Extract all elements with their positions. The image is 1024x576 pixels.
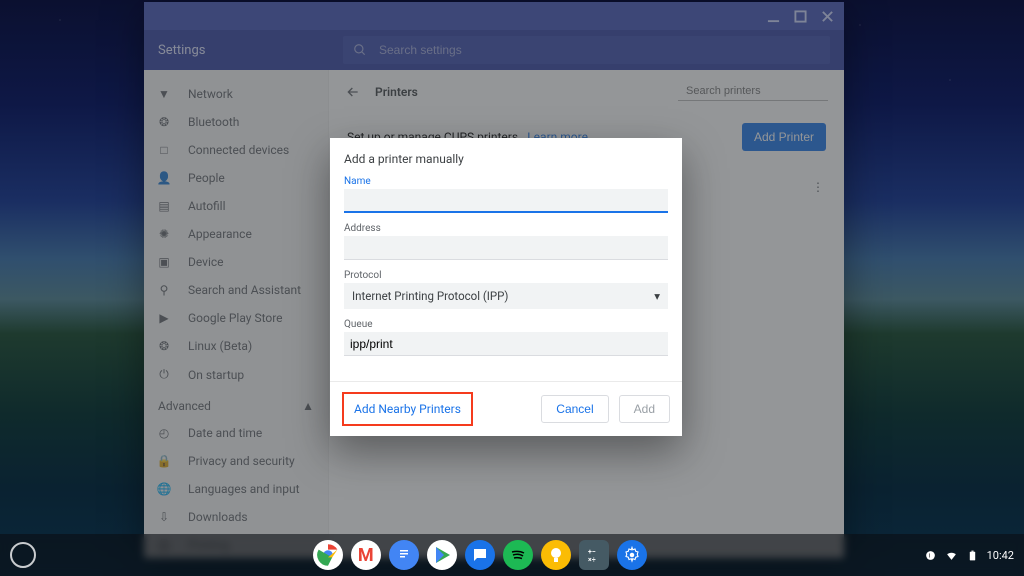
sidebar-item-privacy[interactable]: 🔒Privacy and security bbox=[144, 447, 328, 475]
sidebar-item-people[interactable]: 👤People bbox=[144, 164, 328, 192]
name-label: Name bbox=[344, 176, 668, 187]
sidebar-item-appearance[interactable]: ✺Appearance bbox=[144, 220, 328, 248]
wifi-tray-icon bbox=[945, 549, 958, 562]
queue-label: Queue bbox=[344, 319, 668, 330]
sidebar-item-device[interactable]: ▣Device bbox=[144, 248, 328, 276]
shelf-apps: M +−×÷ bbox=[36, 540, 924, 570]
svg-text:×÷: ×÷ bbox=[588, 556, 596, 564]
chevron-up-icon: ▲ bbox=[302, 399, 314, 413]
keep-icon[interactable] bbox=[541, 540, 571, 570]
linux-icon: ❂ bbox=[156, 339, 172, 353]
settings-sidebar: ▼Network ❂Bluetooth □Connected devices 👤… bbox=[144, 70, 328, 558]
clock: 10:42 bbox=[987, 549, 1014, 562]
sidebar-item-network[interactable]: ▼Network bbox=[144, 80, 328, 108]
maximize-icon[interactable] bbox=[794, 10, 807, 23]
download-icon: ⇩ bbox=[156, 510, 172, 524]
sidebar-item-bluetooth[interactable]: ❂Bluetooth bbox=[144, 108, 328, 136]
play-icon: ▶ bbox=[156, 311, 172, 325]
play-store-icon[interactable] bbox=[427, 540, 457, 570]
dialog-title: Add a printer manually bbox=[344, 152, 668, 166]
settings-search[interactable] bbox=[343, 36, 830, 64]
svg-text:+−: +− bbox=[588, 548, 596, 556]
sidebar-item-connected-devices[interactable]: □Connected devices bbox=[144, 136, 328, 164]
minimize-icon[interactable] bbox=[767, 10, 780, 23]
search-icon: ⚲ bbox=[156, 283, 172, 297]
app-title: Settings bbox=[158, 43, 313, 58]
name-input[interactable] bbox=[344, 189, 668, 213]
sidebar-item-search-assistant[interactable]: ⚲Search and Assistant bbox=[144, 276, 328, 304]
docs-icon[interactable] bbox=[389, 540, 419, 570]
sidebar-item-on-startup[interactable]: ⏻On startup bbox=[144, 360, 328, 389]
laptop-icon: ▣ bbox=[156, 255, 172, 269]
calculator-icon[interactable]: +−×÷ bbox=[579, 540, 609, 570]
settings-search-input[interactable] bbox=[377, 42, 820, 58]
chrome-icon[interactable] bbox=[313, 540, 343, 570]
shield-icon: 🔒 bbox=[156, 454, 172, 468]
back-button[interactable] bbox=[345, 84, 361, 100]
queue-input[interactable] bbox=[344, 332, 668, 356]
autofill-icon: ▤ bbox=[156, 199, 172, 213]
bluetooth-icon: ❂ bbox=[156, 115, 172, 129]
protocol-select[interactable]: Internet Printing Protocol (IPP) ▾ bbox=[344, 283, 668, 309]
search-icon bbox=[353, 43, 367, 57]
dialog-actions: Add Nearby Printers Cancel Add bbox=[330, 381, 682, 436]
sidebar-item-languages[interactable]: 🌐Languages and input bbox=[144, 475, 328, 503]
desktop: Settings ▼Network ❂Bluetooth □Connected … bbox=[0, 0, 1024, 576]
page-title: Printers bbox=[375, 85, 418, 99]
phone-icon: □ bbox=[156, 143, 172, 157]
cancel-button[interactable]: Cancel bbox=[541, 395, 608, 423]
person-icon: 👤 bbox=[156, 171, 172, 185]
sidebar-item-autofill[interactable]: ▤Autofill bbox=[144, 192, 328, 220]
settings-app-icon[interactable] bbox=[617, 540, 647, 570]
sidebar-item-google-play[interactable]: ▶Google Play Store bbox=[144, 304, 328, 332]
printers-search-input[interactable] bbox=[684, 84, 830, 98]
settings-header: Settings bbox=[144, 30, 844, 70]
messages-icon[interactable] bbox=[465, 540, 495, 570]
system-tray[interactable]: i 10:42 bbox=[924, 549, 1014, 562]
add-button[interactable]: Add bbox=[619, 395, 670, 423]
sidebar-item-date-time[interactable]: ◴Date and time bbox=[144, 419, 328, 447]
notification-icon: i bbox=[924, 549, 937, 562]
globe-icon: 🌐 bbox=[156, 482, 172, 496]
address-label: Address bbox=[344, 223, 668, 234]
battery-icon bbox=[966, 549, 979, 562]
more-options-icon[interactable]: ⋮ bbox=[812, 180, 824, 194]
address-input[interactable] bbox=[344, 236, 668, 260]
page-header: Printers bbox=[341, 70, 832, 113]
add-nearby-printers-button[interactable]: Add Nearby Printers bbox=[342, 392, 473, 426]
gmail-icon[interactable]: M bbox=[351, 540, 381, 570]
add-printer-button[interactable]: Add Printer bbox=[742, 123, 826, 151]
window-titlebar bbox=[144, 2, 844, 30]
spotify-icon[interactable] bbox=[503, 540, 533, 570]
sidebar-item-downloads[interactable]: ⇩Downloads bbox=[144, 503, 328, 531]
protocol-value: Internet Printing Protocol (IPP) bbox=[352, 289, 508, 303]
launcher-button[interactable] bbox=[10, 542, 36, 568]
sidebar-item-linux[interactable]: ❂Linux (Beta) bbox=[144, 332, 328, 360]
chevron-down-icon: ▾ bbox=[654, 289, 660, 303]
sidebar-advanced-toggle[interactable]: Advanced ▲ bbox=[144, 389, 328, 419]
clock-icon: ◴ bbox=[156, 426, 172, 440]
shelf: M +−×÷ i 10:42 bbox=[0, 534, 1024, 576]
palette-icon: ✺ bbox=[156, 227, 172, 241]
protocol-label: Protocol bbox=[344, 270, 668, 281]
add-printer-dialog: Add a printer manually Name Address Prot… bbox=[330, 138, 682, 436]
close-icon[interactable] bbox=[821, 10, 834, 23]
power-icon: ⏻ bbox=[156, 367, 172, 382]
printers-search[interactable] bbox=[678, 82, 828, 101]
wifi-icon: ▼ bbox=[156, 87, 172, 101]
